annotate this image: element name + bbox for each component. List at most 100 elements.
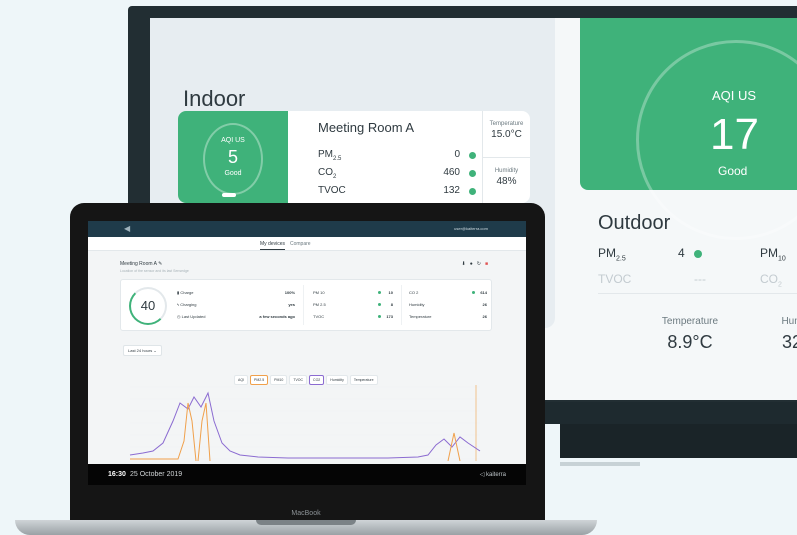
humidity-value: 32 [781,332,797,352]
outdoor-temperature: Temperature 8.9°C [640,316,740,353]
row-value: 26 [482,314,487,319]
chart-metric-toggles: AQI PM2.5 PM10 TVOC CO2 Humidity Temperature [234,368,380,385]
clock-icon: ◷ [177,314,181,319]
status-dot-icon [694,250,702,258]
metric-value: 0 [454,149,460,160]
row-label: Humidity [409,302,425,307]
row-label: PM 10 [313,290,325,295]
edit-pencil-icon[interactable]: ✎ [158,261,162,267]
device-summary-card: 40 ▮ Charge 100% ϟ Charging yes ◷ Last U… [120,279,492,331]
temperature-label: Temperature [661,316,719,327]
humidity-label: Hum [781,316,797,327]
row-label: Last Updated [181,314,206,319]
pm-row: PM 2.5 8 [313,302,393,308]
device-aqi-ring: 40 [129,287,167,325]
pm10-sub: 10 [778,255,786,263]
pm-row: PM 10 10 [313,290,393,296]
outdoor-co2: CO2 [760,272,782,288]
back-arrow-icon[interactable]: ◀ [124,224,130,233]
row-value: 614 [480,290,487,295]
room-aqi-tile: AQI US 5 Good [178,111,288,203]
room-humidity: Humidity 48% [482,157,530,203]
delete-icon[interactable]: ■ [485,261,492,267]
metric-sub: 2 [333,174,337,180]
monitor-stand-lower [560,424,797,458]
laptop-screen: ◀ user@kaiterra.com My devices Compare M… [88,221,526,485]
humidity-label: Humidity [494,168,519,174]
row-label: Charging [180,302,197,307]
room-metric-co2: CO2 460 [318,167,478,181]
outdoor-aqi-value: 17 [710,110,759,159]
download-icon[interactable]: ⬇ [462,261,470,267]
row-value: 8 [390,302,393,307]
time-range-select[interactable]: Last 24 hours ⌄ [123,345,162,356]
status-dot-icon [469,188,476,195]
row-value: 173 [386,314,393,319]
divider [598,293,797,294]
taskbar: 16:30 25 October 2019 ◁ kaiterra [88,464,526,485]
metric-sub: 2.5 [333,156,342,162]
bolt-icon: ϟ [177,302,180,307]
room-aqi-value: 5 [227,147,238,167]
divider [303,285,304,325]
status-dot-icon [378,315,381,318]
co2-sub: 2 [778,281,782,289]
outdoor-pm10: PM10 [760,246,786,262]
row-label: Charge [180,290,194,295]
row-label: CO 2 [409,290,419,295]
temperature-label: Temperature [489,121,524,127]
pm25-label: PM [598,246,616,260]
app-tabs: My devices Compare [88,237,526,251]
range-label: Last 24 hours [128,348,153,353]
status-row-charging: ϟ Charging yes [177,302,295,308]
outdoor-pm25-value: 4 [678,246,685,260]
device-subtitle: Location of the sensor and its last Sens… [120,269,189,273]
outdoor-title: Outdoor [598,212,671,234]
env-row: CO 2 614 [409,290,487,296]
metric-value: 460 [443,167,460,178]
user-menu[interactable]: user@kaiterra.com [454,226,488,231]
status-dot-icon [378,291,381,294]
macbook-label: MacBook [291,510,321,517]
co2-series-line [129,391,481,459]
outdoor-aqi-condition: Good [718,164,748,178]
env-row: Humidity 26 [409,302,487,308]
clock-time: 16:30 [108,471,126,478]
row-label: TVOC [313,314,325,319]
indoor-title: Indoor [183,86,246,111]
row-value: a few seconds ago [259,314,295,319]
room-aqi-label: AQI US [221,137,245,144]
metric-value: 132 [443,185,460,196]
env-row: Temperature 26 [409,314,487,320]
kaiterra-logo-icon: ◁ [479,472,485,478]
tab-my-devices[interactable]: My devices [260,241,286,250]
pm25-series-line [130,402,461,461]
divider [401,285,402,325]
row-label: Temperature [409,314,432,319]
monitor-base [560,462,640,466]
outdoor-tvoc-value: --- [694,272,706,286]
brand-text: kaiterra [485,472,506,478]
chart-gridlines [130,386,480,460]
status-dot-icon [472,291,475,294]
metric-label: CO [318,167,333,178]
battery-icon: ▮ [177,290,180,295]
row-value: yes [288,302,295,307]
room-temperature: Temperature 15.0°C [482,111,530,157]
refresh-icon[interactable]: ↻ [477,261,485,267]
room-card[interactable]: AQI US 5 Good Meeting Room A PM2.5 0 CO2… [178,111,530,203]
laptop-notch [256,520,356,525]
app-header: ◀ user@kaiterra.com [88,221,526,237]
outdoor-tvoc-label: TVOC [598,272,632,286]
device-name: Meeting Room A [120,261,157,267]
temperature-value: 8.9°C [667,332,713,352]
co2-label: CO [760,272,778,286]
monitor-stand [545,402,797,424]
outdoor-aqi-tile: AQI US 17 Good [580,18,797,240]
outdoor-aqi-label: AQI US [712,88,757,103]
brand-logo: ◁ kaiterra [480,471,506,478]
metric-label: TVOC [318,185,346,196]
tab-compare[interactable]: Compare [290,241,311,247]
record-icon[interactable]: ● [470,261,477,267]
history-chart [129,385,481,461]
